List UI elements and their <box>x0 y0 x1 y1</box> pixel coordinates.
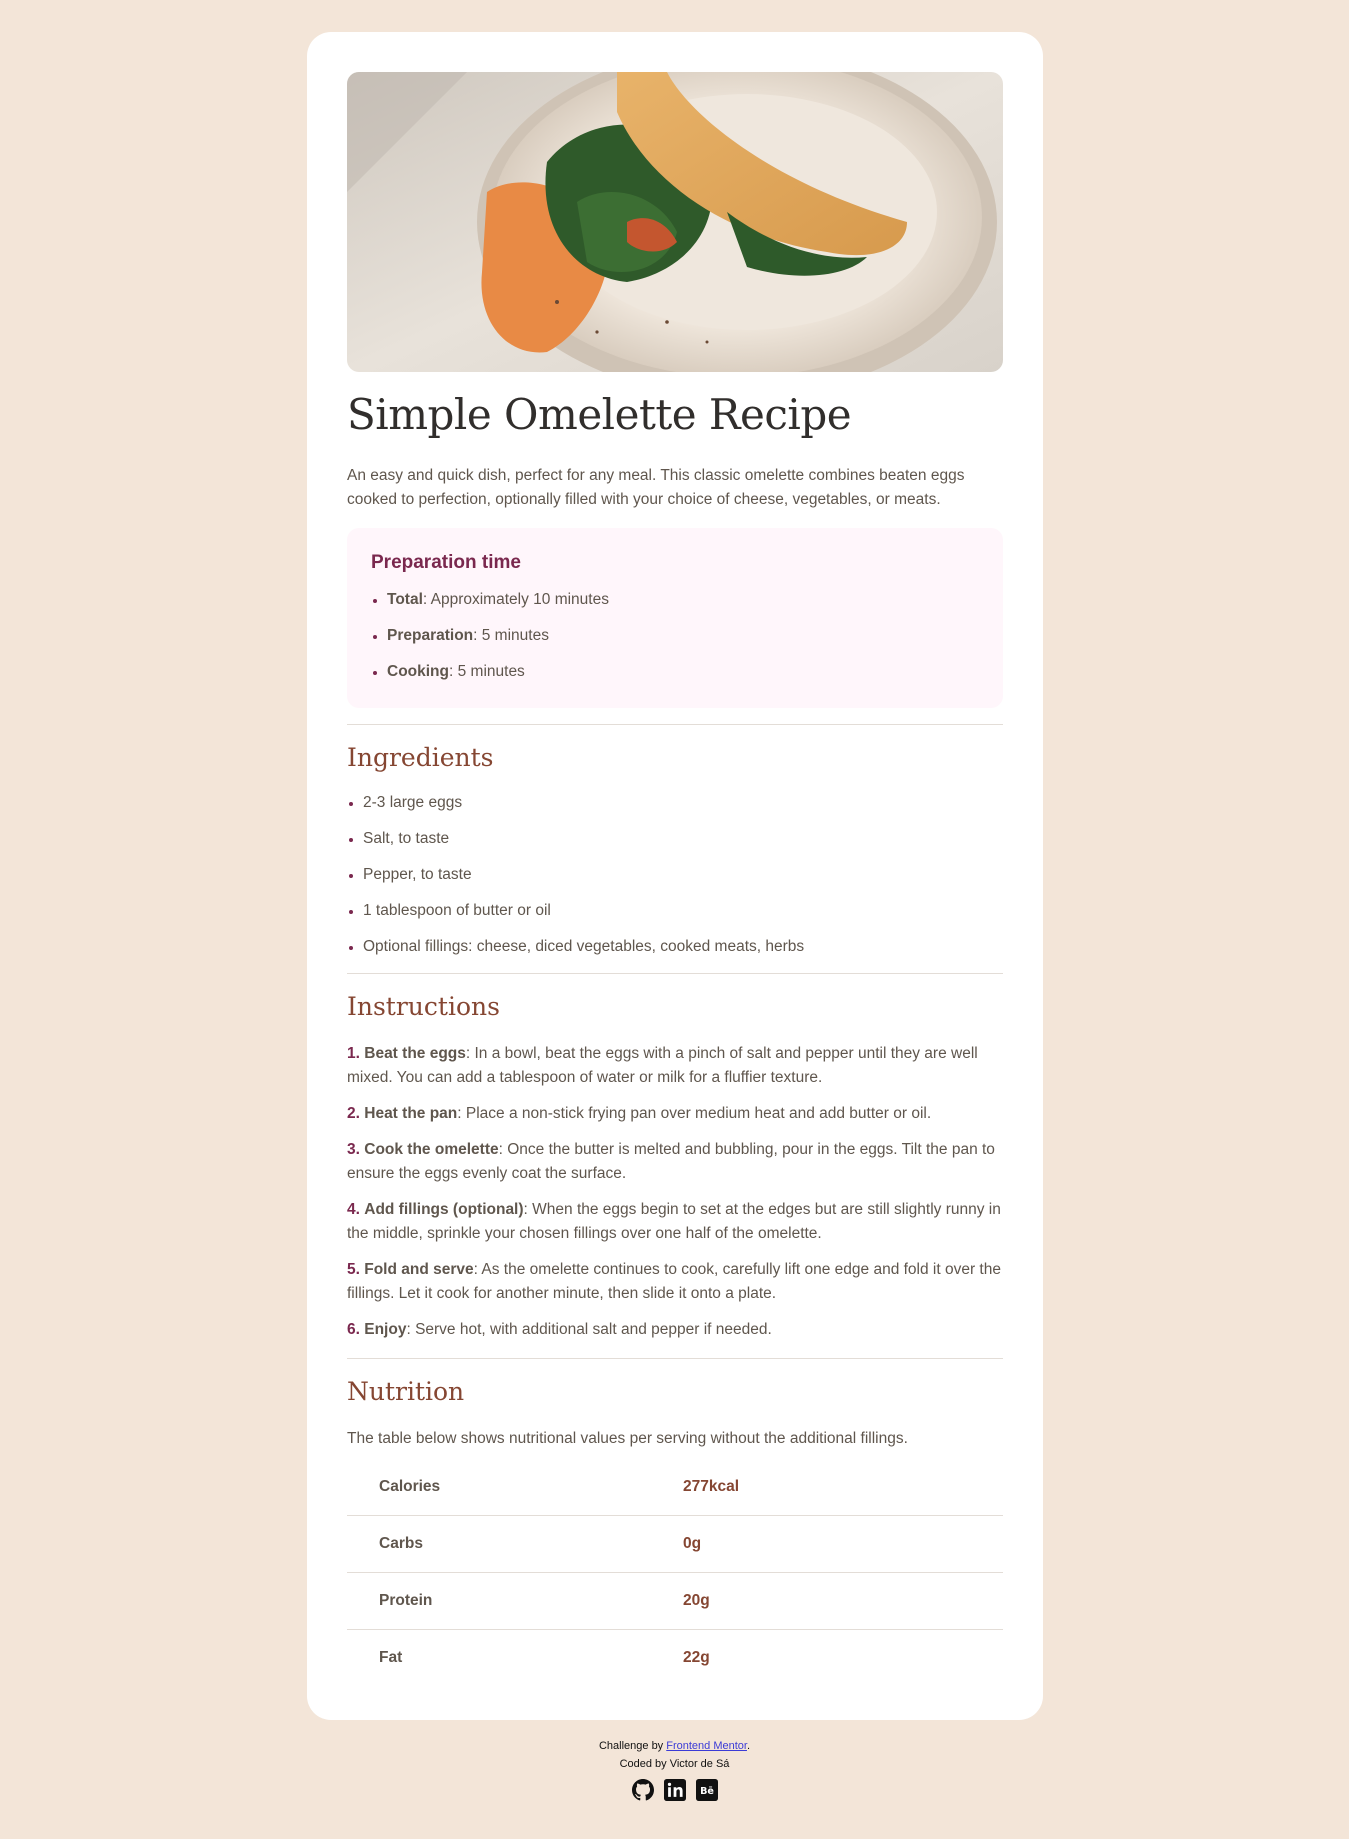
step-number: 1. <box>347 1045 360 1063</box>
table-row: Protein 20g <box>347 1572 1003 1631</box>
nutrient-value: 22g <box>683 1649 710 1667</box>
step-title: Add fillings (optional) <box>364 1201 524 1219</box>
github-icon[interactable] <box>631 1779 654 1801</box>
list-item-value: : Approximately 10 minutes <box>422 591 609 609</box>
list-item: 4. Add fillings (optional): When the egg… <box>347 1198 1003 1246</box>
recipe-description: An easy and quick dish, perfect for any … <box>347 467 965 509</box>
list-item-label: Cooking <box>387 663 449 681</box>
divider <box>347 1358 1003 1360</box>
step-text: : Serve hot, with additional salt and pe… <box>406 1321 772 1339</box>
list-item-value: : 5 minutes <box>449 663 525 681</box>
step-number: 4. <box>347 1201 360 1219</box>
svg-text:Bē: Bē <box>700 1786 714 1797</box>
attribution-footer: Challenge by Frontend Mentor. Coded by V… <box>0 1737 1349 1801</box>
list-item: Preparation: 5 minutes <box>371 626 979 646</box>
table-row: Carbs 0g <box>347 1515 1003 1574</box>
list-item: Optional fillings: cheese, diced vegetab… <box>347 937 1003 957</box>
list-item: Salt, to taste <box>347 829 1003 849</box>
frontend-mentor-link[interactable]: Frontend Mentor <box>666 1740 747 1752</box>
list-item: Total: Approximately 10 minutes <box>371 590 979 610</box>
nutrient-value: 20g <box>683 1572 1003 1631</box>
list-item: 2. Heat the pan: Place a non-stick fryin… <box>347 1102 1003 1126</box>
nutrient-label: Fat <box>379 1649 403 1667</box>
list-item: Cooking: 5 minutes <box>371 662 979 682</box>
list-item: Pepper, to taste <box>347 865 1003 885</box>
nutrition-table: Calories 277kcal Carbs 0g Protein 20g Fat 22… <box>347 1459 1003 1686</box>
list-item: 5. Fold and serve: As the omelette conti… <box>347 1258 1003 1306</box>
divider <box>347 724 1003 726</box>
nutrient-value: 277kcal <box>683 1459 1003 1517</box>
list-item-label: Total <box>387 591 423 609</box>
divider <box>347 973 1003 975</box>
preparation-box: Preparation time Total: Approximately 10… <box>347 528 1003 709</box>
social-links: Bē <box>0 1779 1349 1801</box>
step-number: 3. <box>347 1141 360 1159</box>
step-title: Beat the eggs <box>364 1045 466 1063</box>
table-row: Calories 277kcal <box>347 1459 1003 1517</box>
instructions-list: 1. Beat the eggs: In a bowl, beat the eg… <box>347 1042 1003 1342</box>
nutrient-value: 0g <box>683 1515 1003 1574</box>
challenge-credit: Challenge by Frontend Mentor. <box>0 1737 1349 1755</box>
behance-icon[interactable]: Bē <box>695 1779 718 1801</box>
nutrition-intro: The table below shows nutritional values… <box>347 1430 908 1448</box>
credit-suffix: . <box>746 1740 751 1752</box>
ingredients-heading: Ingredients <box>347 743 494 773</box>
instructions-heading: Instructions <box>347 992 500 1022</box>
step-title: Enjoy <box>364 1321 407 1339</box>
step-number: 5. <box>347 1261 360 1279</box>
step-number: 6. <box>347 1321 360 1339</box>
list-item: 1. Beat the eggs: In a bowl, beat the eg… <box>347 1042 1003 1090</box>
list-item: 6. Enjoy: Serve hot, with additional sal… <box>347 1318 1003 1342</box>
list-item-value: : 5 minutes <box>473 627 549 645</box>
ingredients-list: 2-3 large eggs Salt, to taste Pepper, to… <box>347 793 1003 957</box>
list-item: 1 tablespoon of butter or oil <box>347 901 1003 921</box>
step-text: : Place a non-stick frying pan over medi… <box>457 1105 932 1123</box>
credit-prefix: Challenge by <box>598 1740 667 1752</box>
preparation-heading: Preparation time <box>371 552 521 574</box>
omelette-image <box>347 72 1003 372</box>
list-item: 3. Cook the omelette: Once the butter is… <box>347 1138 1003 1186</box>
step-title: Heat the pan <box>364 1105 458 1123</box>
nutrient-label: Carbs <box>347 1515 683 1574</box>
coded-by: Coded by Victor de Sá <box>619 1758 730 1770</box>
table-row: Fat 22g <box>347 1630 1003 1687</box>
step-title: Fold and serve <box>364 1261 474 1279</box>
nutrition-heading: Nutrition <box>347 1377 465 1407</box>
linkedin-icon[interactable] <box>663 1779 686 1801</box>
step-number: 2. <box>347 1105 360 1123</box>
list-item: 2-3 large eggs <box>347 793 1003 813</box>
preparation-list: Total: Approximately 10 minutes Preparat… <box>371 590 979 682</box>
recipe-card: Simple Omelette Recipe An easy and quick… <box>307 32 1043 1720</box>
page-title: Simple Omelette Recipe <box>347 390 852 439</box>
nutrient-label: Protein <box>347 1572 683 1631</box>
nutrient-label: Calories <box>347 1459 683 1517</box>
step-title: Cook the omelette <box>364 1141 499 1159</box>
list-item-label: Preparation <box>387 627 474 645</box>
